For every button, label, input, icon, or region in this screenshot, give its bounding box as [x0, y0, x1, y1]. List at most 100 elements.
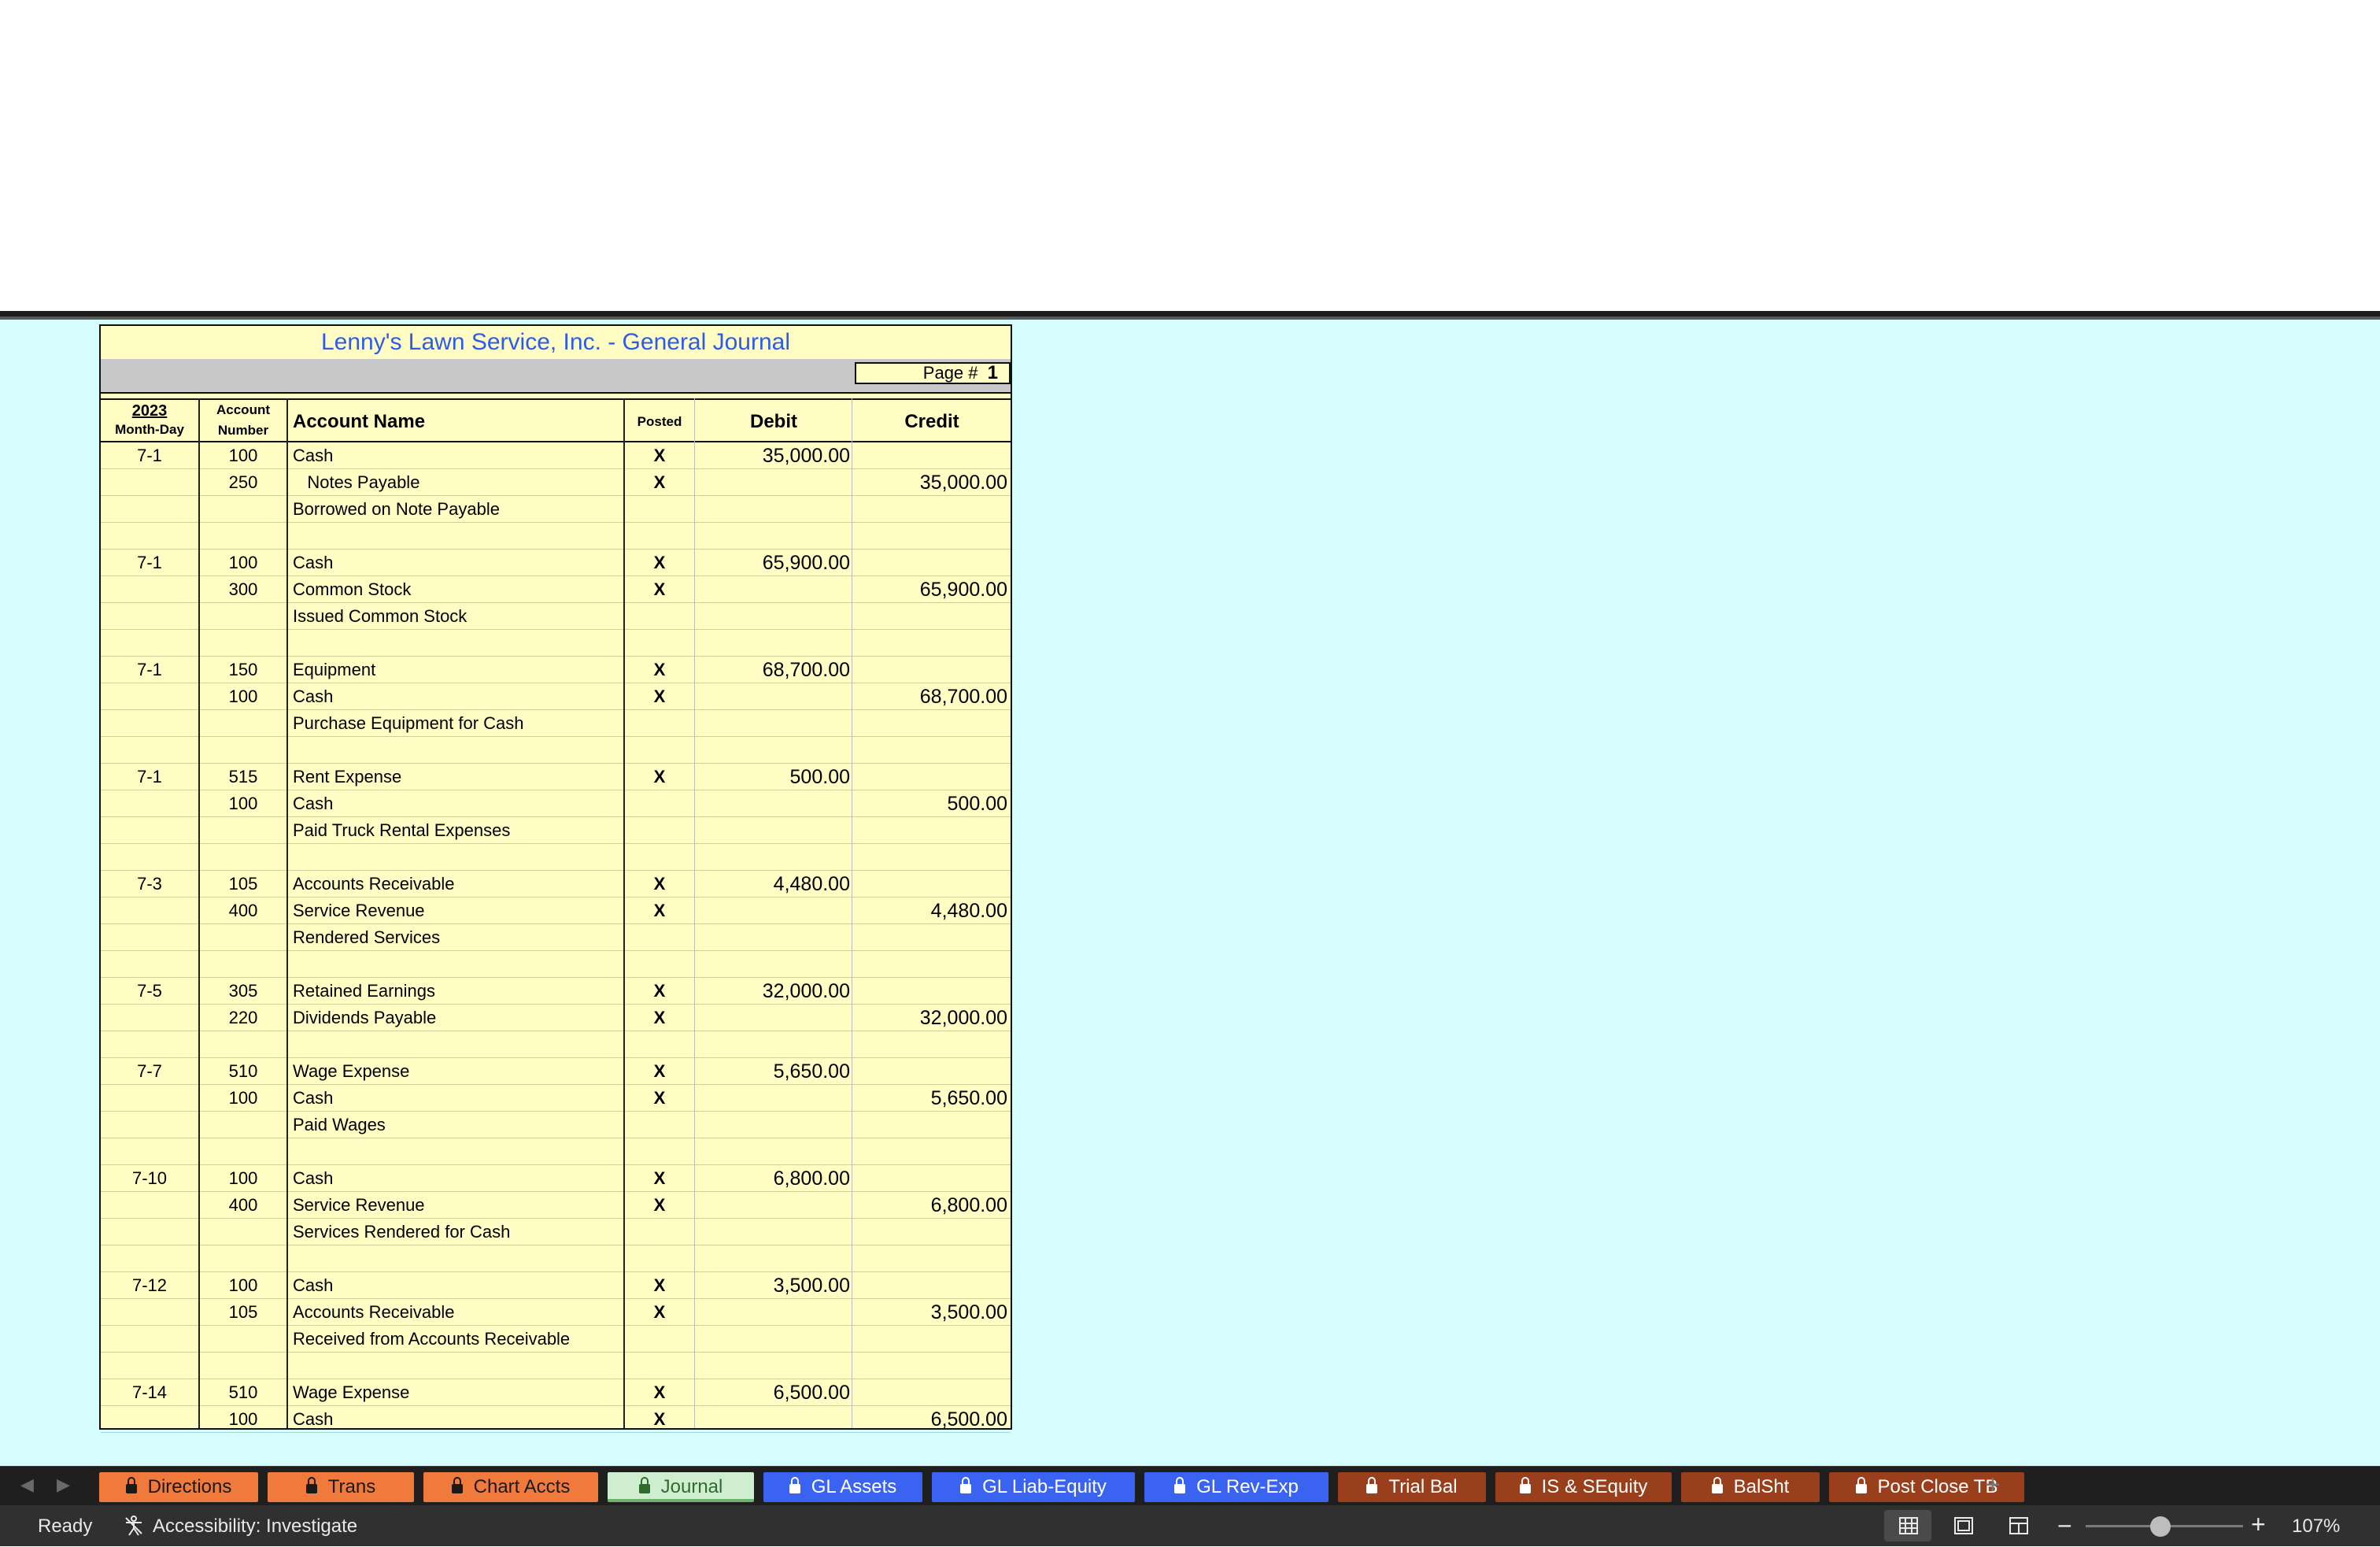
cell-posted[interactable] [625, 1138, 694, 1165]
cell-credit[interactable] [853, 550, 1007, 576]
cell-debit[interactable] [696, 844, 850, 871]
cell-posted[interactable]: X [625, 657, 694, 683]
cell-credit[interactable] [853, 496, 1007, 523]
cell-posted[interactable]: X [625, 442, 694, 469]
cell-credit[interactable] [853, 603, 1007, 630]
cell-credit[interactable] [853, 951, 1007, 978]
cell-credit[interactable] [853, 1353, 1007, 1379]
cell-date[interactable]: 7-3 [101, 871, 198, 897]
zoom-in-button[interactable]: + [2251, 1510, 2266, 1539]
cell-posted[interactable] [625, 737, 694, 764]
cell-credit[interactable]: 4,480.00 [853, 897, 1007, 924]
cell-posted[interactable]: X [625, 897, 694, 924]
cell-credit[interactable]: 6,800.00 [853, 1192, 1007, 1219]
cell-date[interactable]: 7-14 [101, 1379, 198, 1406]
cell-account-name[interactable] [293, 1138, 623, 1165]
cell-debit[interactable] [696, 897, 850, 924]
cell-credit[interactable]: 500.00 [853, 790, 1007, 817]
cell-posted[interactable] [625, 1031, 694, 1058]
cell-account-name[interactable] [293, 737, 623, 764]
cell-debit[interactable] [696, 1353, 850, 1379]
cell-account-name[interactable]: Cash [293, 1085, 623, 1112]
cell-posted[interactable] [625, 790, 694, 817]
cell-debit[interactable] [696, 1245, 850, 1272]
cell-credit[interactable] [853, 442, 1007, 469]
cell-posted[interactable] [625, 1112, 694, 1138]
cell-account-name[interactable]: Retained Earnings [293, 978, 623, 1005]
cell-debit[interactable] [696, 1219, 850, 1245]
cell-account-name[interactable] [293, 1031, 623, 1058]
cell-account-name[interactable] [293, 630, 623, 657]
cell-account-name[interactable] [293, 951, 623, 978]
cell-posted[interactable]: X [625, 1165, 694, 1192]
cell-account-number[interactable] [200, 1219, 286, 1245]
cell-account-name[interactable]: Dividends Payable [293, 1005, 623, 1031]
cell-posted[interactable]: X [625, 1299, 694, 1326]
cell-debit[interactable] [696, 1005, 850, 1031]
cell-posted[interactable] [625, 1245, 694, 1272]
sheet-tab[interactable]: Trans [268, 1472, 414, 1502]
cell-date[interactable] [101, 1219, 198, 1245]
cell-date[interactable] [101, 1031, 198, 1058]
cell-debit[interactable] [696, 790, 850, 817]
cell-date[interactable]: 7-1 [101, 550, 198, 576]
cell-account-number[interactable] [200, 523, 286, 550]
normal-view-button[interactable] [1884, 1510, 1931, 1541]
cell-date[interactable] [101, 683, 198, 710]
cell-credit[interactable] [853, 1219, 1007, 1245]
cell-account-number[interactable]: 100 [200, 1085, 286, 1112]
cell-date[interactable]: 7-1 [101, 442, 198, 469]
cell-debit[interactable]: 500.00 [696, 764, 850, 790]
cell-posted[interactable] [625, 1219, 694, 1245]
cell-account-name[interactable]: Accounts Receivable [293, 871, 623, 897]
cell-account-name[interactable] [293, 523, 623, 550]
cell-account-name[interactable]: Purchase Equipment for Cash [293, 710, 623, 737]
cell-credit[interactable] [853, 737, 1007, 764]
cell-account-number[interactable]: 510 [200, 1058, 286, 1085]
cell-account-name[interactable]: Rent Expense [293, 764, 623, 790]
accessibility-status[interactable]: Accessibility: Investigate [153, 1516, 357, 1538]
sheet-tab[interactable]: Chart Accts [423, 1472, 598, 1502]
cell-debit[interactable] [696, 710, 850, 737]
sheet-tab[interactable]: Directions [99, 1472, 258, 1502]
cell-debit[interactable] [696, 1326, 850, 1353]
cell-date[interactable] [101, 1005, 198, 1031]
cell-date[interactable] [101, 1192, 198, 1219]
cell-date[interactable] [101, 576, 198, 603]
cell-date[interactable] [101, 603, 198, 630]
cell-account-number[interactable] [200, 630, 286, 657]
cell-account-number[interactable] [200, 1326, 286, 1353]
cell-account-name[interactable]: Service Revenue [293, 1192, 623, 1219]
cell-account-name[interactable]: Paid Truck Rental Expenses [293, 817, 623, 844]
cell-debit[interactable] [696, 1406, 850, 1433]
cell-account-name[interactable]: Equipment [293, 657, 623, 683]
cell-debit[interactable] [696, 469, 850, 496]
cell-debit[interactable] [696, 951, 850, 978]
cell-posted[interactable] [625, 924, 694, 951]
cell-account-name[interactable]: Notes Payable [293, 469, 623, 496]
cell-date[interactable] [101, 790, 198, 817]
cell-account-name[interactable]: Cash [293, 1165, 623, 1192]
cell-account-name[interactable]: Cash [293, 1406, 623, 1433]
cell-debit[interactable]: 5,650.00 [696, 1058, 850, 1085]
cell-account-name[interactable]: Paid Wages [293, 1112, 623, 1138]
cell-credit[interactable]: 3,500.00 [853, 1299, 1007, 1326]
cell-account-number[interactable] [200, 1245, 286, 1272]
next-sheet-icon[interactable]: ▶ [57, 1475, 70, 1495]
cell-account-number[interactable]: 100 [200, 442, 286, 469]
cell-account-name[interactable]: Cash [293, 683, 623, 710]
cell-account-name[interactable]: Wage Expense [293, 1379, 623, 1406]
cell-credit[interactable]: 5,650.00 [853, 1085, 1007, 1112]
cell-account-name[interactable]: Issued Common Stock [293, 603, 623, 630]
cell-posted[interactable]: X [625, 871, 694, 897]
cell-posted[interactable] [625, 710, 694, 737]
cell-credit[interactable] [853, 1326, 1007, 1353]
cell-debit[interactable]: 35,000.00 [696, 442, 850, 469]
cell-posted[interactable]: X [625, 978, 694, 1005]
cell-account-name[interactable] [293, 1245, 623, 1272]
cell-account-number[interactable] [200, 924, 286, 951]
cell-date[interactable] [101, 737, 198, 764]
page-break-view-button[interactable] [1994, 1510, 2042, 1541]
cell-account-number[interactable] [200, 710, 286, 737]
accessibility-icon[interactable] [123, 1515, 145, 1537]
